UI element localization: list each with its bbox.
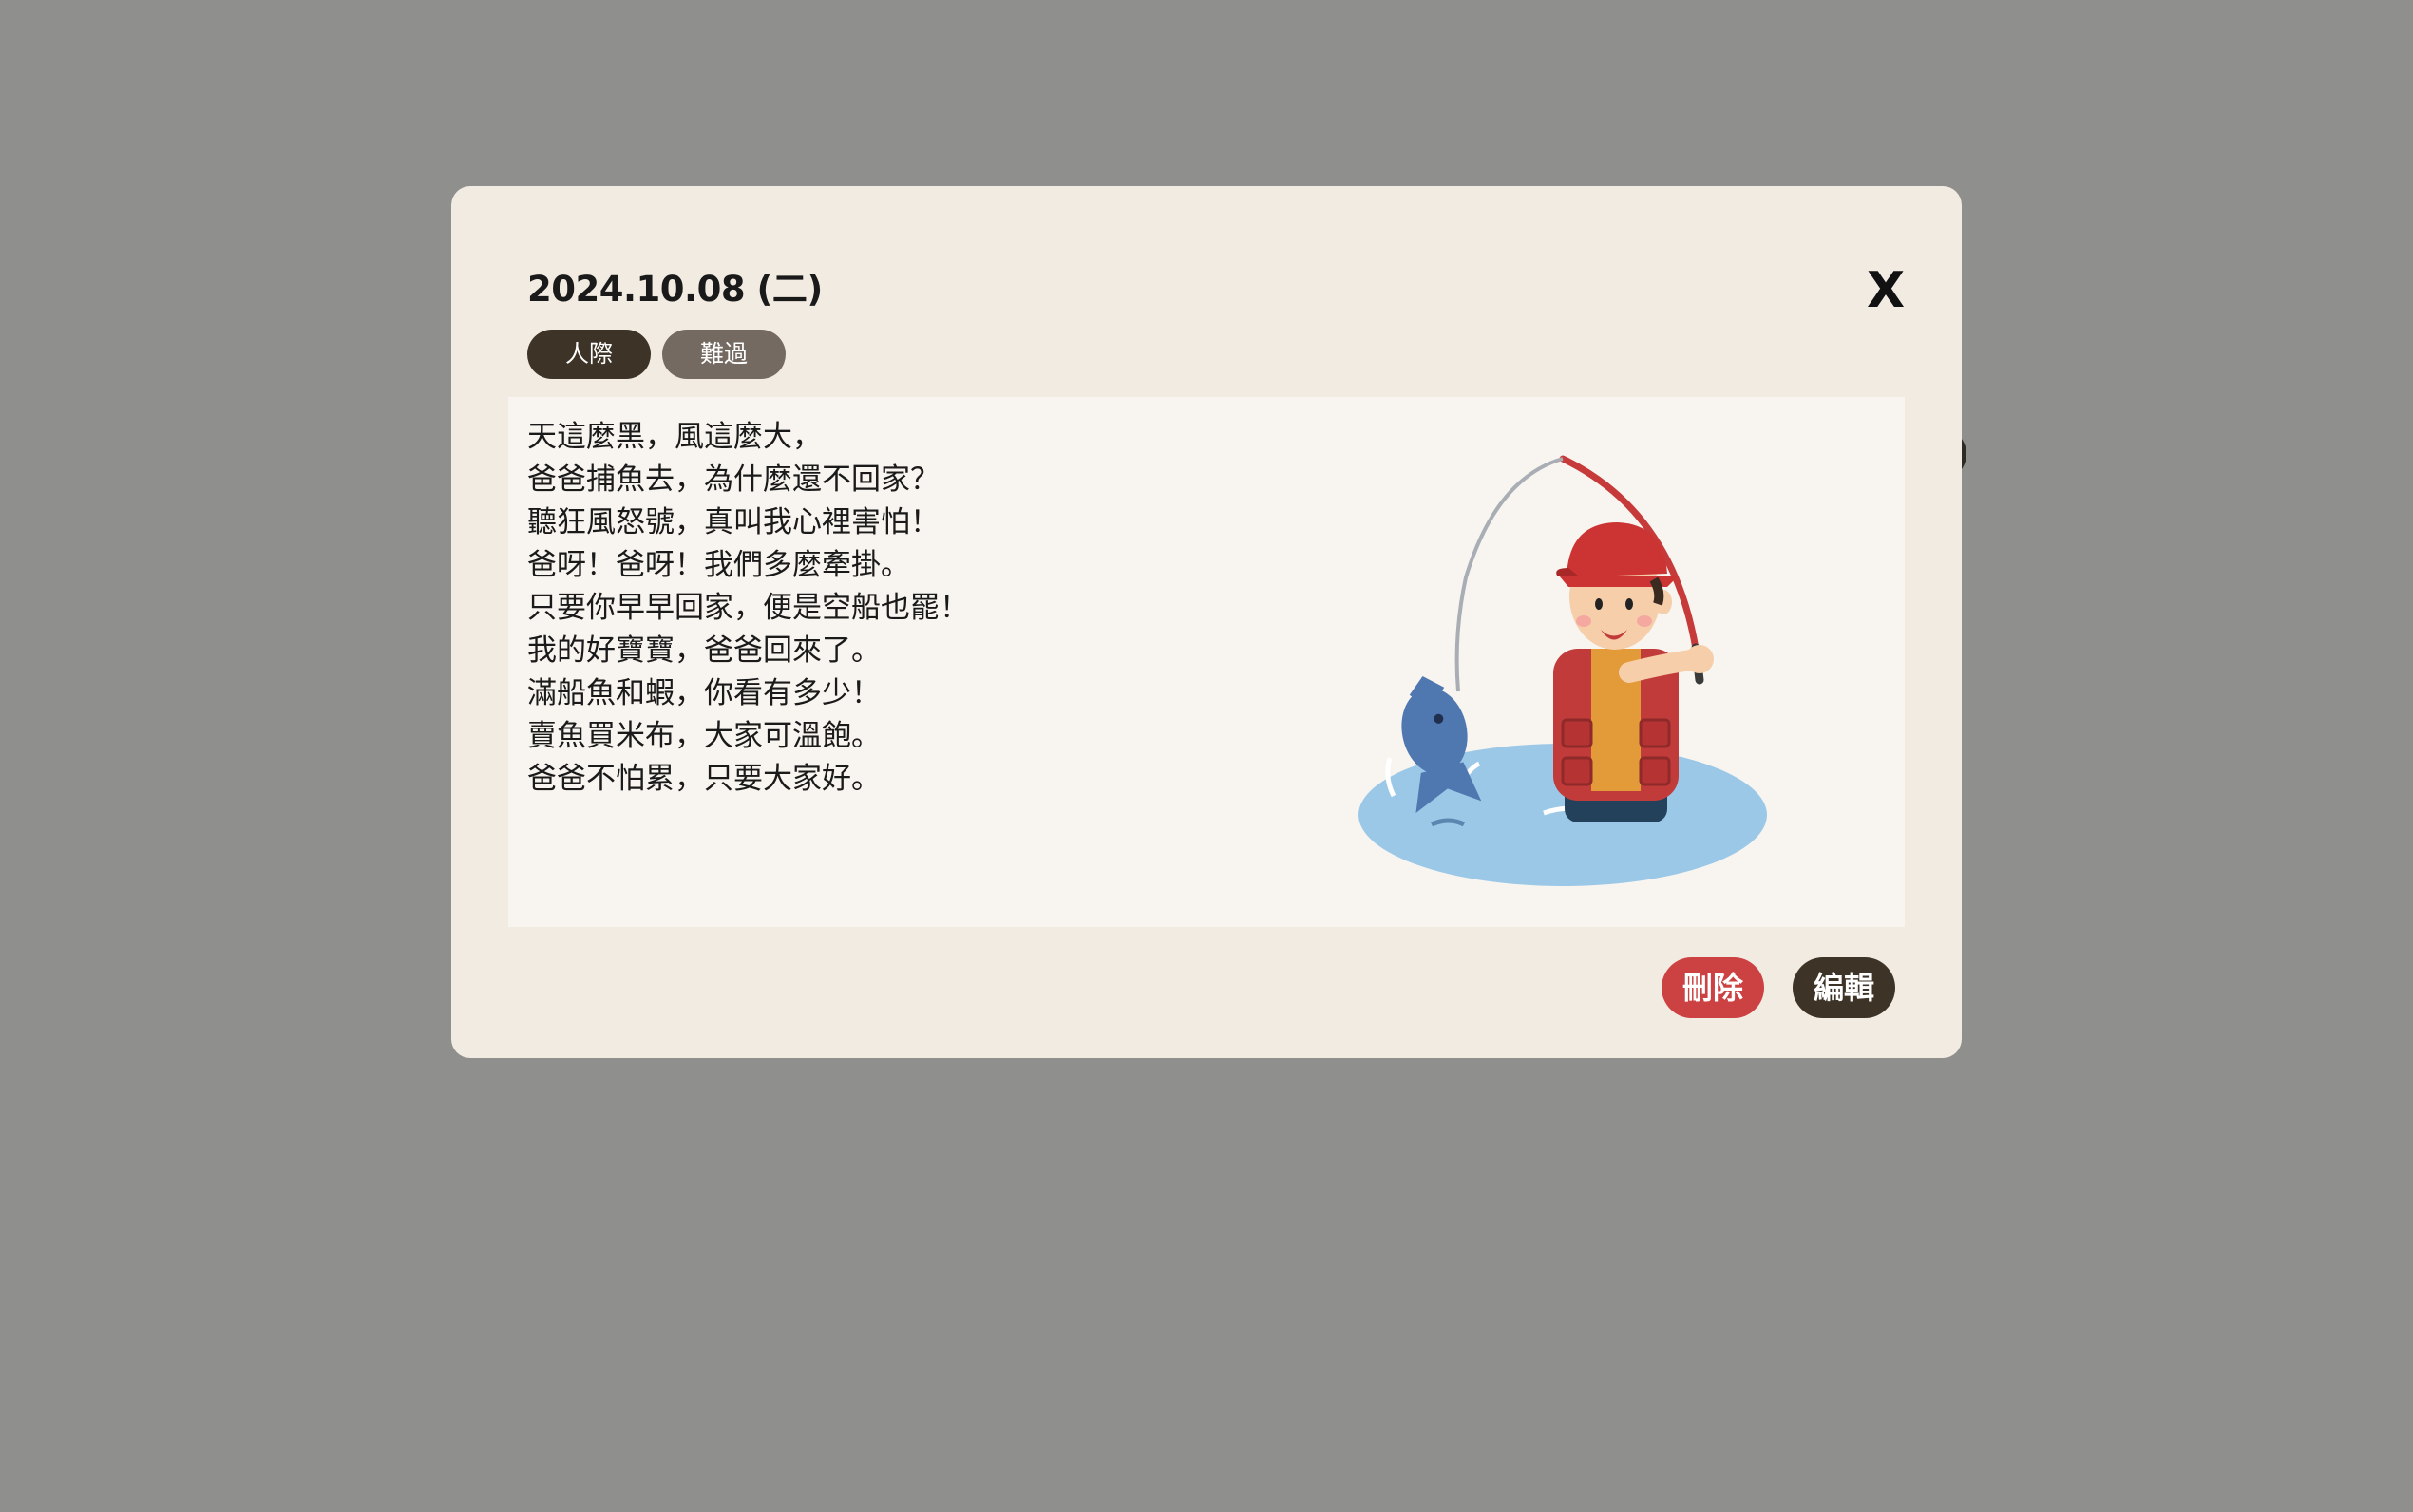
text-line: 爸爸不怕累，只要大家好。 xyxy=(527,762,881,796)
entry-date: 2024.10.08 (二) xyxy=(527,269,823,310)
close-button[interactable]: X xyxy=(1857,262,1914,319)
delete-button[interactable]: 刪除 xyxy=(1661,957,1764,1018)
entry-content: 天這麼黑，風這麼大， 爸爸捕魚去，為什麼還不回家？ 聽狂風怒號，真叫我心裡害怕！… xyxy=(508,397,1905,927)
diary-entry-modal: 2024.10.08 (二) X 人際 難過 天這麼黑，風這麼大， 爸爸捕魚去，… xyxy=(451,186,1962,1058)
text-line: 只要你早早回家，便是空船也罷！ xyxy=(527,591,969,625)
tag-list: 人際 難過 xyxy=(527,330,787,379)
text-line: 爸呀！爸呀！我們多麼牽掛。 xyxy=(527,548,910,582)
text-line: 滿船魚和蝦，你看有多少！ xyxy=(527,676,881,710)
entry-text: 天這麼黑，風這麼大， 爸爸捕魚去，為什麼還不回家？ 聽狂風怒號，真叫我心裡害怕！… xyxy=(527,416,969,801)
text-line: 爸爸捕魚去，為什麼還不回家？ xyxy=(527,463,940,497)
text-line: 聽狂風怒號，真叫我心裡害怕！ xyxy=(527,505,940,539)
text-line: 我的好寶寶，爸爸回來了。 xyxy=(527,633,881,668)
tag-sad[interactable]: 難過 xyxy=(662,330,787,379)
tag-relationship[interactable]: 人際 xyxy=(527,330,652,379)
text-line: 天這麼黑，風這麼大， xyxy=(527,420,822,454)
edit-button[interactable]: 編輯 xyxy=(1792,957,1895,1018)
text-line: 賣魚買米布，大家可溫飽。 xyxy=(527,719,881,753)
fisherman-illustration-icon xyxy=(1358,455,1767,886)
modal-actions: 刪除 編輯 xyxy=(1661,957,1895,1018)
